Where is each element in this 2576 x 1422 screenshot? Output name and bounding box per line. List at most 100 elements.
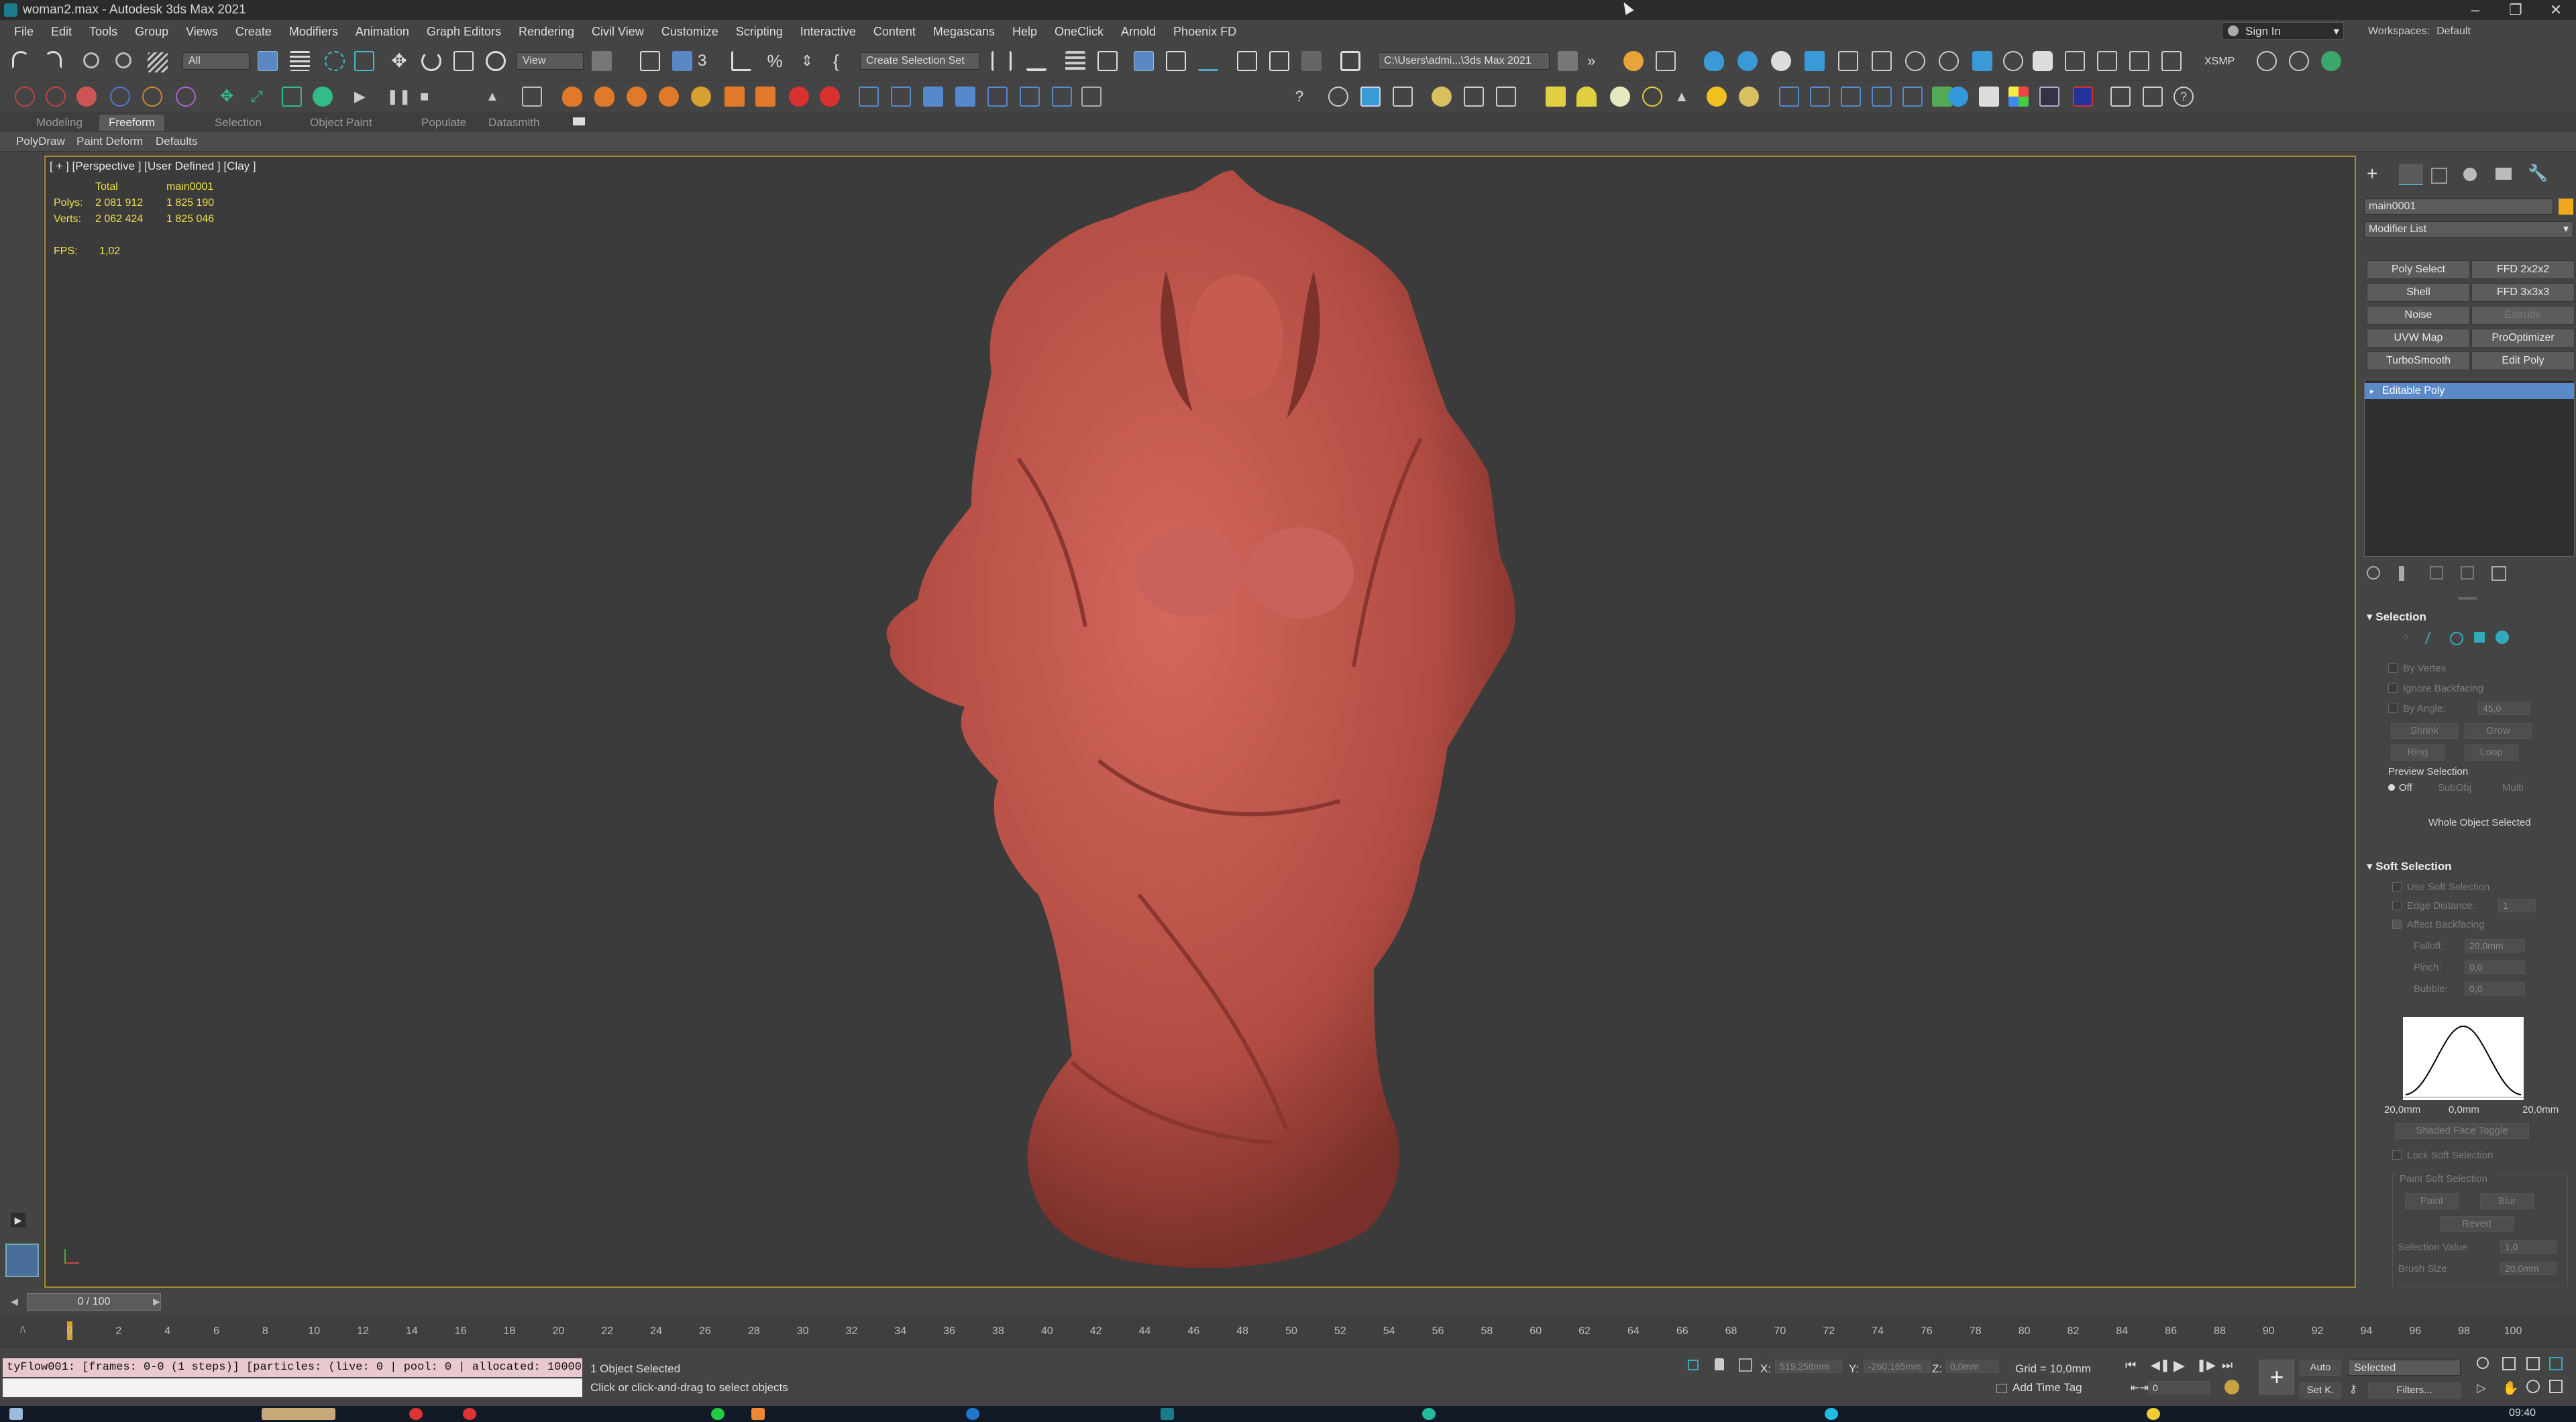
oneclick-icon-6[interactable] <box>1496 87 1516 107</box>
help-icon[interactable]: ? <box>1289 87 1309 107</box>
tab-datasmith[interactable]: Datasmith <box>479 115 549 131</box>
ignore-backfacing-checkbox[interactable]: Ignore Backfacing <box>2388 683 2483 694</box>
field-of-view-icon[interactable]: ▷ <box>2477 1381 2486 1395</box>
taskbar-app-icon-8[interactable] <box>1422 1408 1436 1420</box>
phoenix-fire-icon[interactable] <box>562 87 582 107</box>
xsmp-icon-3[interactable] <box>2321 51 2341 71</box>
time-tag-icon[interactable] <box>1996 1384 2007 1393</box>
loop-button[interactable]: Loop <box>2465 745 2518 761</box>
brush-size-spinner[interactable]: 20,0mm <box>2500 1262 2557 1275</box>
pin-stack-icon[interactable] <box>2367 566 2380 580</box>
spinner-snap-icon[interactable]: ⇕ <box>797 51 817 71</box>
utilities-tab-icon[interactable]: 🔧 <box>2528 164 2552 184</box>
menu-interactive[interactable]: Interactive <box>792 25 865 39</box>
ffd-2x2x2-button[interactable]: FFD 2x2x2 <box>2471 260 2575 279</box>
arnold-cone-icon[interactable]: ▲ <box>1674 87 1695 107</box>
restore-icon[interactable]: ❐ <box>2496 0 2536 20</box>
render-tool-icon-2[interactable] <box>1979 87 1999 107</box>
menu-content[interactable]: Content <box>865 25 924 39</box>
oneclick-icon-1[interactable] <box>1328 87 1348 107</box>
minimize-icon[interactable]: – <box>2455 0 2496 20</box>
zoom-extents-all-icon[interactable] <box>2549 1357 2563 1370</box>
vray-proxy-icon[interactable] <box>1872 51 1892 71</box>
phoenix-tool-icon-14[interactable] <box>987 87 1008 107</box>
sculpture-model[interactable] <box>817 157 1622 1289</box>
edge-distance-checkbox[interactable]: Edge Distance: <box>2392 900 2475 912</box>
phoenix-tool-icon-10[interactable] <box>859 87 879 107</box>
selection-value-spinner[interactable]: 1,0 <box>2500 1240 2557 1254</box>
pivot-icon[interactable] <box>592 51 612 71</box>
curve-editor-toggle-icon[interactable]: /\ <box>20 1324 35 1337</box>
select-manipulate-icon[interactable] <box>640 51 660 71</box>
orbit-icon[interactable] <box>2526 1380 2540 1393</box>
menu-arnold[interactable]: Arnold <box>1112 25 1165 39</box>
menu-file[interactable]: File <box>5 25 42 39</box>
phoenix-tool-icon-16[interactable] <box>1052 87 1072 107</box>
oneclick-icon-2[interactable] <box>1360 87 1381 107</box>
sign-in-dropdown[interactable]: Sign In ▾ <box>2222 22 2344 40</box>
shaded-face-toggle-button[interactable]: Shaded Face Toggle <box>2395 1123 2529 1139</box>
edit-named-selection-icon[interactable]: { <box>833 51 853 71</box>
menu-oneclick[interactable]: OneClick <box>1046 25 1112 39</box>
xsmp-label[interactable]: XSMP <box>2204 56 2235 68</box>
fluid-tool-icon-4[interactable] <box>1872 87 1892 107</box>
window-crossing-icon[interactable] <box>354 51 374 71</box>
expand-viewport-layout-icon[interactable]: ▶ <box>11 1213 25 1227</box>
phoenix-tool-icon-15[interactable] <box>1020 87 1040 107</box>
pinch-spinner[interactable]: 0,0 <box>2465 961 2525 974</box>
tab-freeform[interactable]: Freeform <box>99 115 164 131</box>
tab-selection[interactable]: Selection <box>205 115 271 131</box>
absolute-mode-icon[interactable] <box>1739 1358 1752 1372</box>
shrink-button[interactable]: Shrink <box>2391 723 2458 739</box>
panel-divider[interactable] <box>2458 597 2477 600</box>
lock-selection-icon[interactable] <box>1715 1358 1724 1370</box>
ffd-3x3x3-button[interactable]: FFD 3x3x3 <box>2471 283 2575 302</box>
menu-modifiers[interactable]: Modifiers <box>280 25 347 39</box>
render-tool-icon-7[interactable] <box>2143 87 2163 107</box>
viewport-label[interactable]: [ + ] [Perspective ] [User Defined ] [Cl… <box>50 160 256 173</box>
fluid-tool-icon-1[interactable] <box>1779 87 1799 107</box>
hierarchy-tab-icon[interactable] <box>2431 168 2447 184</box>
curve-editor-icon[interactable] <box>1166 51 1186 71</box>
particle-tool-icon-1[interactable] <box>15 87 35 107</box>
angle-snap-icon[interactable] <box>731 51 751 71</box>
soft-selection-rollout-header[interactable]: Soft Selection <box>2367 860 2451 873</box>
fluid-tool-icon-3[interactable] <box>1841 87 1861 107</box>
object-name-field[interactable]: main0001 <box>2364 199 2553 215</box>
link-icon[interactable] <box>83 52 99 68</box>
vertex-mode-icon[interactable]: ⁘ <box>2402 632 2414 644</box>
menu-scripting[interactable]: Scripting <box>727 25 792 39</box>
named-selection-dropdown[interactable]: Create Selection Set <box>860 52 979 70</box>
select-by-name-icon[interactable] <box>290 51 310 71</box>
by-angle-checkbox[interactable]: By Angle: <box>2388 703 2445 714</box>
unlink-icon[interactable] <box>115 52 131 68</box>
xsmp-icon-2[interactable] <box>2289 51 2309 71</box>
pause-icon[interactable]: ❚❚ <box>386 87 411 107</box>
render-tool-icon-6[interactable] <box>2110 87 2131 107</box>
isolate-selection-icon[interactable] <box>1688 1360 1699 1370</box>
ring-button[interactable]: Ring <box>2391 745 2445 761</box>
expand-arrow-icon[interactable]: ▸ <box>2370 383 2374 399</box>
track-bar[interactable]: /\ 0 2 4 6 8 10 12 14 16 18 20 22 24 26 28 30 32 34 36 38 40… <box>0 1316 2576 1347</box>
motion-tab-icon[interactable] <box>2463 168 2477 181</box>
phoenix-smoke-icon[interactable] <box>594 87 614 107</box>
particle-tool-icon-9[interactable] <box>282 87 302 107</box>
taskbar-3dsmax-icon[interactable] <box>1161 1408 1174 1420</box>
taskbar-app-icon-3[interactable] <box>463 1408 476 1420</box>
grow-button[interactable]: Grow <box>2465 723 2532 739</box>
ribbon-paint-deform[interactable]: Paint Deform <box>76 135 143 148</box>
maxscript-listener-output[interactable]: tyFlow001: [frames: 0-0 (1 steps)] [part… <box>3 1358 582 1377</box>
vray-lister-icon[interactable] <box>2129 51 2149 71</box>
edit-poly-button[interactable]: Edit Poly <box>2471 351 2575 370</box>
current-frame-field[interactable]: 0 <box>2148 1381 2210 1394</box>
vray-ies-icon[interactable] <box>1805 51 1825 71</box>
display-tab-icon[interactable] <box>2496 168 2512 180</box>
ribbon-options-icon[interactable] <box>573 117 585 125</box>
menu-phoenix-fd[interactable]: Phoenix FD <box>1165 25 1245 39</box>
particle-tool-icon-5[interactable] <box>142 87 162 107</box>
select-object-icon[interactable] <box>258 51 278 71</box>
selection-rollout-header[interactable]: Selection <box>2367 610 2426 624</box>
stop-icon[interactable]: ■ <box>420 87 440 107</box>
particle-tool-icon-3[interactable] <box>76 87 97 107</box>
vray-scene-icon[interactable] <box>2097 51 2117 71</box>
